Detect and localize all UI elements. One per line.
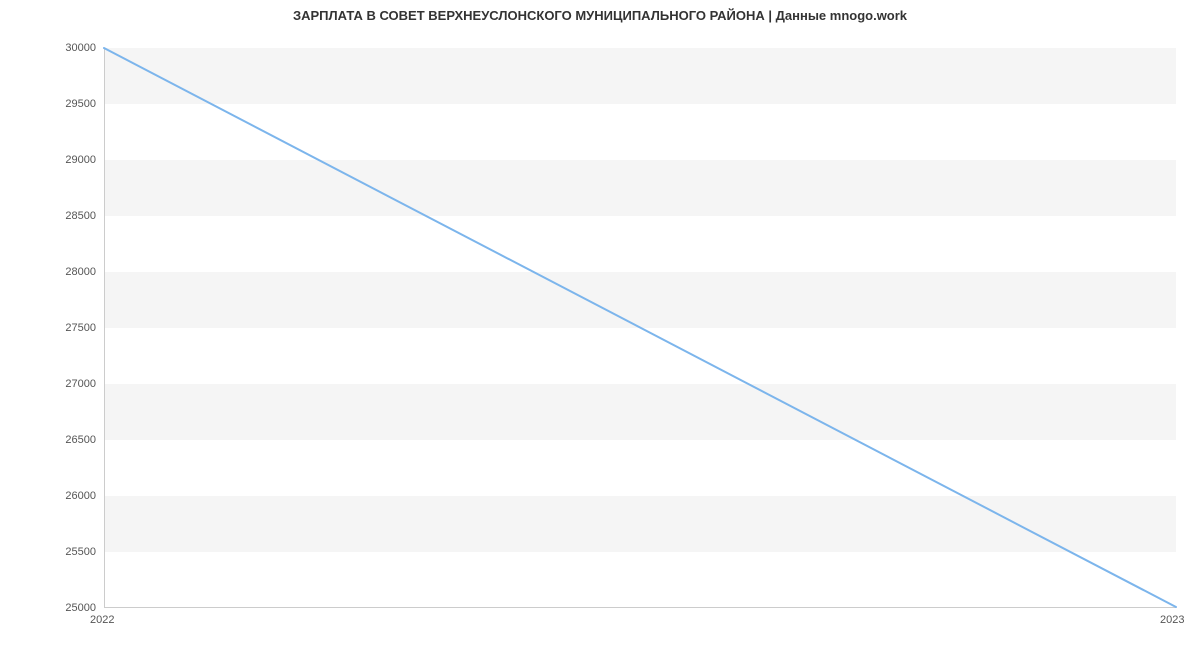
y-tick-25000: 25000 — [16, 602, 96, 614]
y-tick-27000: 27000 — [16, 378, 96, 390]
y-tick-26500: 26500 — [16, 434, 96, 446]
x-tick-2023: 2023 — [1160, 614, 1184, 626]
y-tick-27500: 27500 — [16, 322, 96, 334]
y-tick-30000: 30000 — [16, 42, 96, 54]
y-tick-29000: 29000 — [16, 154, 96, 166]
y-tick-25500: 25500 — [16, 546, 96, 558]
x-tick-2022: 2022 — [90, 614, 114, 626]
y-tick-29500: 29500 — [16, 98, 96, 110]
y-tick-28500: 28500 — [16, 210, 96, 222]
chart-container: ЗАРПЛАТА В СОВЕТ ВЕРХНЕУСЛОНСКОГО МУНИЦИ… — [0, 0, 1200, 650]
line-series — [104, 48, 1176, 607]
chart-title: ЗАРПЛАТА В СОВЕТ ВЕРХНЕУСЛОНСКОГО МУНИЦИ… — [0, 8, 1200, 23]
y-tick-28000: 28000 — [16, 266, 96, 278]
y-tick-26000: 26000 — [16, 490, 96, 502]
plot-area — [104, 48, 1176, 608]
series-path — [104, 48, 1176, 607]
